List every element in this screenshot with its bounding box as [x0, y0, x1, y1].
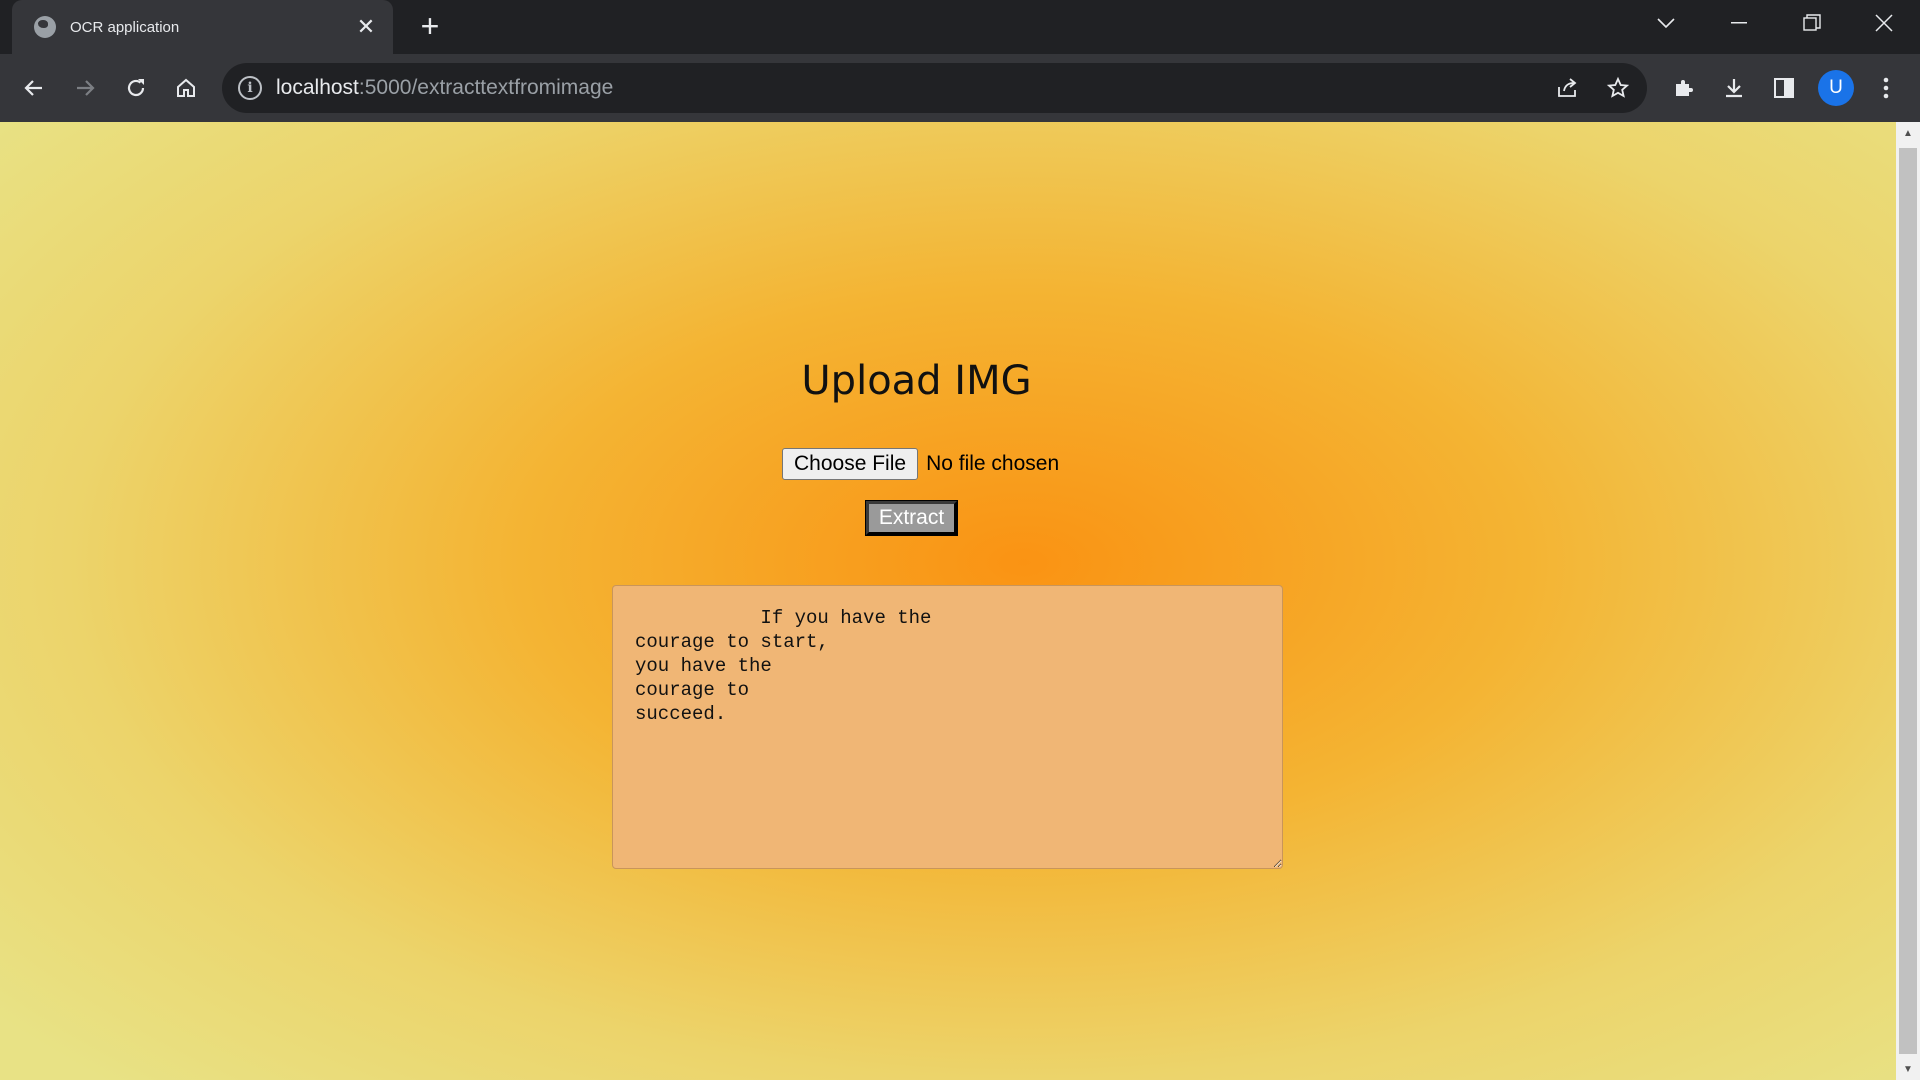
extract-button[interactable]: Extract [865, 500, 958, 536]
close-icon[interactable]: ✕ [353, 14, 379, 40]
avatar-initial: U [1829, 77, 1843, 98]
url-path: :5000/extracttextfromimage [358, 76, 614, 99]
plus-icon[interactable]: + [414, 10, 446, 42]
share-icon[interactable] [1551, 72, 1583, 104]
file-input[interactable]: Choose File No file chosen [782, 448, 1059, 480]
scroll-thumb[interactable] [1899, 148, 1917, 1054]
menu-icon[interactable] [1866, 68, 1906, 108]
scroll-up-arrow-icon[interactable]: ▲ [1896, 122, 1920, 144]
url-text[interactable]: localhost:5000/extracttextfromimage [276, 76, 613, 100]
minimize-icon[interactable] [1703, 0, 1775, 46]
side-panel-icon[interactable] [1764, 68, 1804, 108]
reload-icon[interactable] [116, 68, 156, 108]
home-icon[interactable] [166, 68, 206, 108]
browser-toolbar: i localhost:5000/extracttextfromimage U [0, 54, 1920, 122]
back-icon[interactable] [14, 68, 54, 108]
star-icon[interactable] [1602, 72, 1634, 104]
vertical-scrollbar[interactable]: ▲ ▼ [1896, 122, 1920, 1080]
restore-icon[interactable] [1776, 0, 1848, 46]
window-close-icon[interactable] [1848, 0, 1920, 46]
tab-title: OCR application [70, 18, 180, 36]
page-title: Upload IMG [801, 358, 1032, 404]
url-host: localhost [276, 76, 359, 99]
info-icon[interactable]: i [238, 76, 262, 100]
globe-icon [34, 16, 56, 38]
file-status: No file chosen [926, 452, 1060, 475]
address-bar[interactable]: i localhost:5000/extracttextfromimage [222, 63, 1647, 113]
chevron-down-icon[interactable] [1630, 0, 1702, 46]
page-viewport: Upload IMG Choose File No file chosen Ex… [0, 122, 1896, 1080]
download-icon[interactable] [1714, 68, 1754, 108]
scroll-down-arrow-icon[interactable]: ▼ [1896, 1058, 1920, 1080]
extensions-icon[interactable] [1664, 68, 1704, 108]
tab-ocr-application[interactable]: OCR application ✕ [12, 0, 393, 54]
forward-icon[interactable] [65, 68, 105, 108]
output-textarea[interactable]: If you have the courage to start, you ha… [612, 585, 1283, 869]
choose-file-button[interactable]: Choose File [782, 448, 919, 480]
profile-avatar[interactable]: U [1818, 70, 1854, 106]
tab-strip: OCR application ✕ + [0, 0, 1920, 54]
